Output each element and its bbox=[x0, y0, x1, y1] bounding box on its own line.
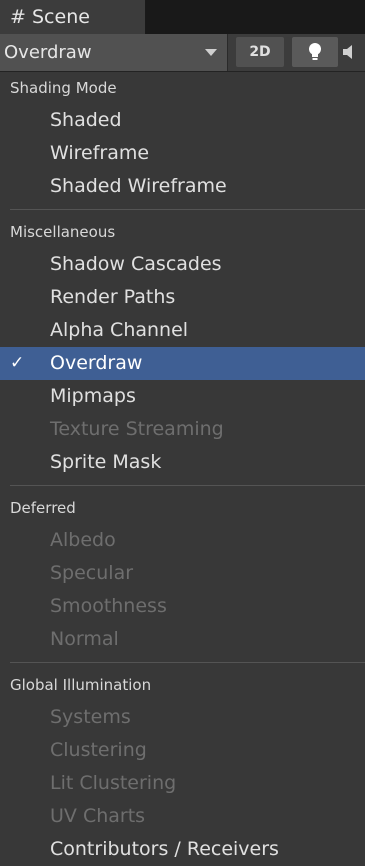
menu-item-albedo: Albedo bbox=[0, 524, 365, 557]
menu-item-label: Contributors / Receivers bbox=[50, 838, 279, 860]
menu-item-label: Overdraw bbox=[50, 352, 143, 374]
menu-item-label: Render Paths bbox=[50, 286, 176, 308]
check-icon: ✓ bbox=[10, 353, 25, 373]
menu-item-lit-clustering: Lit Clustering bbox=[0, 767, 365, 800]
menu-item-systems: Systems bbox=[0, 701, 365, 734]
menu-item-wireframe[interactable]: Wireframe bbox=[0, 137, 365, 170]
menu-item-sprite-mask[interactable]: Sprite Mask bbox=[0, 446, 365, 479]
menu-item-label: Specular bbox=[50, 562, 134, 584]
menu-item-smoothness: Smoothness bbox=[0, 590, 365, 623]
menu-item-contributors-receivers[interactable]: Contributors / Receivers bbox=[0, 833, 365, 866]
toggle-2d-button[interactable]: 2D bbox=[236, 37, 284, 67]
menu-item-label: Shaded Wireframe bbox=[50, 175, 227, 197]
lighting-toggle-button[interactable] bbox=[292, 37, 338, 67]
hash-icon: # bbox=[10, 6, 26, 28]
menu-item-label: Systems bbox=[50, 706, 131, 728]
menu-divider bbox=[10, 209, 365, 210]
menu-item-label: Alpha Channel bbox=[50, 319, 189, 341]
speaker-icon bbox=[343, 45, 352, 59]
menu-section-header: Global Illumination bbox=[10, 676, 152, 694]
chevron-down-icon bbox=[205, 49, 217, 56]
menu-item-label: Shaded bbox=[50, 109, 122, 131]
menu-item-label: Shadow Cascades bbox=[50, 253, 222, 275]
menu-item-uv-charts: UV Charts bbox=[0, 800, 365, 833]
menu-item-label: Smoothness bbox=[50, 595, 167, 617]
menu-item-label: Lit Clustering bbox=[50, 772, 177, 794]
menu-item-label: Sprite Mask bbox=[50, 451, 162, 473]
menu-item-overdraw[interactable]: ✓ Overdraw bbox=[0, 347, 365, 380]
menu-item-shaded[interactable]: Shaded bbox=[0, 104, 365, 137]
menu-divider bbox=[10, 485, 365, 486]
menu-item-shadow-cascades[interactable]: Shadow Cascades bbox=[0, 248, 365, 281]
menu-item-specular: Specular bbox=[0, 557, 365, 590]
menu-divider bbox=[10, 662, 365, 663]
menu-item-label: Wireframe bbox=[50, 142, 150, 164]
bulb-icon bbox=[309, 43, 321, 60]
menu-item-normal: Normal bbox=[0, 623, 365, 656]
menu-item-texture-streaming: Texture Streaming bbox=[0, 413, 365, 446]
menu-item-mipmaps[interactable]: Mipmaps bbox=[0, 380, 365, 413]
draw-mode-menu: Shading Mode Shaded Wireframe Shaded Wirefr… bbox=[0, 72, 365, 860]
draw-mode-dropdown[interactable]: Overdraw bbox=[0, 34, 228, 71]
menu-item-clustering: Clustering bbox=[0, 734, 365, 767]
tab-bar: # Scene bbox=[0, 0, 365, 34]
menu-item-label: Clustering bbox=[50, 739, 147, 761]
menu-item-shaded-wireframe[interactable]: Shaded Wireframe bbox=[0, 170, 365, 203]
menu-item-render-paths[interactable]: Render Paths bbox=[0, 281, 365, 314]
menu-item-label: Mipmaps bbox=[50, 385, 136, 407]
scene-toolbar: Overdraw 2D bbox=[0, 34, 365, 72]
menu-item-label: Texture Streaming bbox=[50, 418, 224, 440]
tab-title: Scene bbox=[32, 6, 90, 28]
menu-item-label: Albedo bbox=[50, 529, 116, 551]
draw-mode-value: Overdraw bbox=[4, 42, 92, 63]
menu-item-label: UV Charts bbox=[50, 805, 146, 827]
menu-item-label: Normal bbox=[50, 628, 119, 650]
tab-scene[interactable]: # Scene bbox=[0, 0, 146, 34]
menu-section-header: Shading Mode bbox=[10, 79, 117, 97]
menu-item-alpha-channel[interactable]: Alpha Channel bbox=[0, 314, 365, 347]
audio-toggle-button[interactable] bbox=[343, 37, 365, 67]
menu-section-header: Miscellaneous bbox=[10, 223, 116, 241]
menu-section-header: Deferred bbox=[10, 499, 76, 517]
